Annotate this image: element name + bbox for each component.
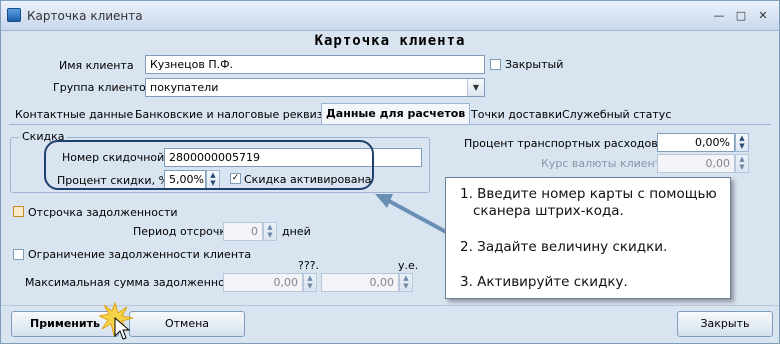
closed-checkbox[interactable] xyxy=(490,59,501,70)
close-icon[interactable]: ✕ xyxy=(757,10,769,22)
transport-percent-field[interactable]: 0,00% xyxy=(657,133,735,152)
callout-line-1: 1. Введите номер карты с помощью xyxy=(460,186,717,202)
debt-limit-max-label: Максимальная сумма задолженности xyxy=(25,276,245,289)
client-name-field[interactable]: Кузнецов П.Ф. xyxy=(145,55,485,74)
debt-limit-label: Ограничение задолженности клиента xyxy=(28,248,252,261)
page-title: Карточка клиента xyxy=(314,33,466,49)
cancel-button[interactable]: Отмена xyxy=(129,311,245,337)
currency-rate-label: Курс валюты клиента xyxy=(541,157,668,170)
callout-line-2: сканера штрих-кода. xyxy=(473,203,624,219)
debt-limit-value1-stepper: ▲ ▼ xyxy=(303,273,317,292)
tab-contacts[interactable]: Контактные данные xyxy=(11,105,137,125)
callout-line-3: 2. Задайте величину скидки. xyxy=(460,239,668,255)
client-group-select[interactable]: покупатели ▼ xyxy=(145,78,485,97)
mouse-cursor-icon xyxy=(114,317,130,340)
transport-percent-label: Процент транспортных расходов, % xyxy=(464,137,676,150)
transport-percent-stepper[interactable]: ▲ ▼ xyxy=(735,133,749,152)
tab-service-status[interactable]: Служебный статус xyxy=(558,105,675,125)
deferral-period-label: Период отсрочки xyxy=(133,225,234,238)
discount-highlight-oval xyxy=(44,140,374,190)
app-icon xyxy=(7,8,21,22)
minimize-icon[interactable]: — xyxy=(713,10,725,22)
currency-rate-stepper: ▲ ▼ xyxy=(735,154,749,173)
currency-rate-field: 0,00 xyxy=(657,154,735,173)
chevron-down-icon[interactable]: ▼ xyxy=(467,79,484,96)
debt-limit-col1-header: ???. xyxy=(298,259,320,272)
tab-bank-details[interactable]: Банковские и налоговые реквизиты xyxy=(131,105,349,125)
callout-line-4: 3. Активируйте скидку. xyxy=(460,274,628,290)
deferral-checkbox[interactable] xyxy=(13,206,24,217)
maximize-icon[interactable]: □ xyxy=(735,10,747,22)
debt-limit-value2-stepper: ▲ ▼ xyxy=(399,273,413,292)
client-group-label: Группа клиентов xyxy=(53,81,153,94)
closed-label: Закрытый xyxy=(505,58,564,71)
client-name-label: Имя клиента xyxy=(59,59,134,72)
debt-limit-checkbox[interactable] xyxy=(13,249,24,260)
debt-limit-value1-field: 0,00 xyxy=(223,273,303,292)
debt-limit-col2-header: у.е. xyxy=(398,259,419,272)
deferral-period-stepper: ▲ ▼ xyxy=(263,222,277,241)
deferral-period-unit: дней xyxy=(282,225,311,238)
tab-delivery-points[interactable]: Точки доставки xyxy=(467,105,566,125)
close-button[interactable]: Закрыть xyxy=(677,311,773,337)
client-card-window: Карточка клиента — □ ✕ Карточка клиента … xyxy=(0,0,780,344)
deferral-label: Отсрочка задолженности xyxy=(28,206,178,219)
tab-settlement-data[interactable]: Данные для расчетов xyxy=(321,103,471,125)
debt-limit-value2-field: 0,00 xyxy=(321,273,399,292)
instructions-callout: 1. Введите номер карты с помощью сканера… xyxy=(445,177,731,299)
window-title: Карточка клиента xyxy=(27,9,143,23)
deferral-period-field: 0 xyxy=(223,222,263,241)
client-group-value: покупатели xyxy=(150,81,219,94)
title-bar: Карточка клиента — □ ✕ xyxy=(1,1,779,31)
